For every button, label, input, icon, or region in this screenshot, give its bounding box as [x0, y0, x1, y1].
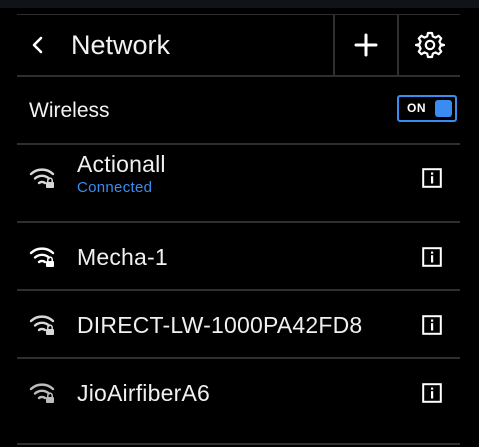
- info-icon: [422, 383, 442, 403]
- network-status: Connected: [77, 179, 153, 196]
- info-icon: [422, 247, 442, 267]
- back-button[interactable]: [23, 30, 53, 60]
- wifi-lock-icon: [29, 168, 55, 188]
- chevron-left-icon: [32, 36, 43, 54]
- network-info-button[interactable]: [419, 165, 445, 191]
- network-item[interactable]: JioAirfiberA6: [17, 359, 460, 425]
- network-info-button[interactable]: [419, 312, 445, 338]
- plus-icon: [354, 33, 378, 57]
- info-icon: [422, 315, 442, 335]
- network-name: JioAirfiberA6: [77, 380, 210, 406]
- info-icon: [422, 168, 442, 188]
- add-network-button[interactable]: [335, 15, 397, 75]
- network-info-button[interactable]: [419, 380, 445, 406]
- toggle-state-label: ON: [407, 101, 426, 115]
- page-title: Network: [71, 30, 171, 60]
- wifi-lock-icon: [29, 315, 55, 335]
- network-info-button[interactable]: [419, 244, 445, 270]
- header-bar: Network: [17, 15, 460, 75]
- network-name: Mecha-1: [77, 244, 168, 270]
- wireless-row: Wireless ON: [17, 77, 460, 143]
- wifi-lock-icon: [29, 383, 55, 403]
- gear-icon: [415, 31, 445, 59]
- wifi-lock-icon: [29, 247, 55, 267]
- wireless-label: Wireless: [29, 99, 110, 122]
- network-panel: Network Wireless ON Actionall Connected …: [17, 14, 460, 447]
- network-item[interactable]: Actionall Connected: [17, 145, 460, 211]
- wireless-toggle[interactable]: ON: [397, 95, 457, 122]
- divider: [17, 443, 460, 445]
- network-item[interactable]: Mecha-1: [17, 223, 460, 289]
- toggle-knob: [435, 100, 452, 117]
- status-strip: [0, 0, 479, 8]
- network-name: DIRECT-LW-1000PA42FD8: [77, 312, 363, 338]
- network-item[interactable]: DIRECT-LW-1000PA42FD8: [17, 291, 460, 357]
- network-name: Actionall: [77, 151, 166, 177]
- settings-button[interactable]: [399, 15, 461, 75]
